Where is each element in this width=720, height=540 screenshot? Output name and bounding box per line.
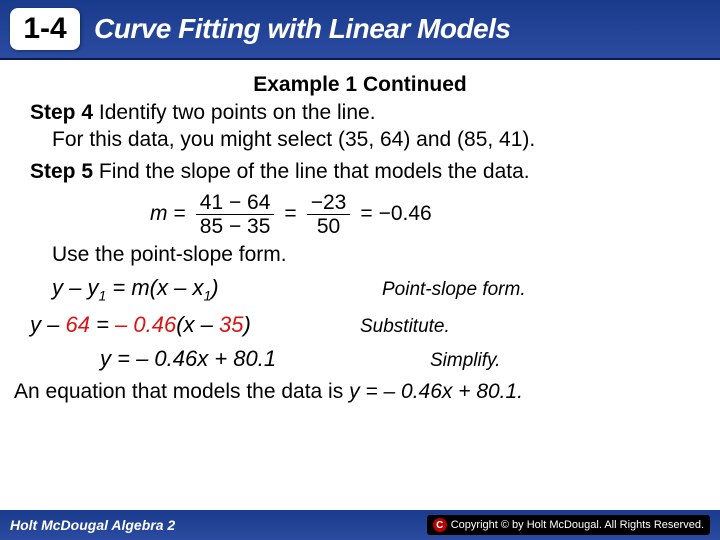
slope-m: m (150, 201, 168, 227)
step-4-detail: For this data, you might select (35, 64)… (52, 127, 690, 153)
equals-sign: = (360, 201, 372, 227)
equation-2-row: y – 64 = – 0.46(x – 35) Substitute. (30, 311, 690, 339)
eq2-d: – 0.46 (115, 312, 176, 337)
conclusion-a: An equation that models the data is (14, 380, 349, 403)
equation-1-note: Point-slope form. (382, 278, 526, 302)
equation-3: y = – 0.46x + 80.1 (30, 345, 430, 373)
chapter-badge: 1-4 (10, 8, 80, 50)
example-heading: Example 1 Continued (30, 72, 690, 98)
step-5-text: Find the slope of the line that models t… (93, 160, 530, 183)
equals-sign: = (174, 201, 186, 227)
equation-3-row: y = – 0.46x + 80.1 Simplify. (30, 345, 690, 373)
conclusion-b: y = – 0.46x + 80.1. (349, 380, 523, 403)
eq1-lhs: y – y (52, 275, 98, 300)
step-4-text: Identify two points on the line. (93, 101, 376, 124)
eq1-rhs: ) (211, 275, 218, 300)
step-5-block: Step 5 Find the slope of the line that m… (30, 159, 690, 185)
eq2-a: y – (30, 312, 65, 337)
slide-content: Example 1 Continued Step 4 Identify two … (0, 60, 720, 405)
use-point-slope: Use the point-slope form. (52, 242, 690, 268)
equation-3-note: Simplify. (430, 349, 500, 373)
slope-equation: m = 41 − 64 85 − 35 = −23 50 = −0.46 (150, 191, 690, 238)
equation-1: y – y1 = m(x – x1) (52, 274, 382, 305)
eq2-b: 64 (65, 312, 89, 337)
eq2-f: 35 (219, 312, 243, 337)
equals-sign: = (284, 201, 296, 227)
eq2-c: = (90, 312, 115, 337)
step-5-label: Step 5 (30, 160, 93, 183)
footer-brand: Holt McDougal Algebra 2 (10, 517, 175, 533)
step-4-block: Step 4 Identify two points on the line. … (30, 100, 690, 153)
equation-2: y – 64 = – 0.46(x – 35) (30, 311, 360, 339)
frac2-num: −23 (307, 191, 351, 215)
eq2-g: ) (243, 312, 250, 337)
copyright-icon: C (433, 518, 447, 532)
slide-footer: Holt McDougal Algebra 2 C Copyright © by… (0, 510, 720, 540)
equation-2-note: Substitute. (360, 315, 450, 339)
eq2-e: (x – (176, 312, 219, 337)
step-4-label: Step 4 (30, 101, 93, 124)
fraction-1: 41 − 64 85 − 35 (196, 191, 275, 238)
eq1-sub1: 1 (98, 288, 106, 304)
frac1-num: 41 − 64 (196, 191, 275, 215)
footer-copyright-text: Copyright © by Holt McDougal. All Rights… (451, 519, 704, 531)
slide-header: 1-4 Curve Fitting with Linear Models (0, 0, 720, 60)
conclusion: An equation that models the data is y = … (14, 379, 690, 405)
slide-title: Curve Fitting with Linear Models (94, 13, 510, 45)
frac1-den: 85 − 35 (196, 215, 275, 238)
fraction-2: −23 50 (307, 191, 351, 238)
frac2-den: 50 (313, 215, 344, 238)
equation-1-row: y – y1 = m(x – x1) Point-slope form. (52, 274, 690, 305)
slope-result: −0.46 (379, 201, 432, 227)
footer-copyright: C Copyright © by Holt McDougal. All Righ… (427, 515, 710, 535)
eq1-mid: = m(x – x (112, 275, 203, 300)
